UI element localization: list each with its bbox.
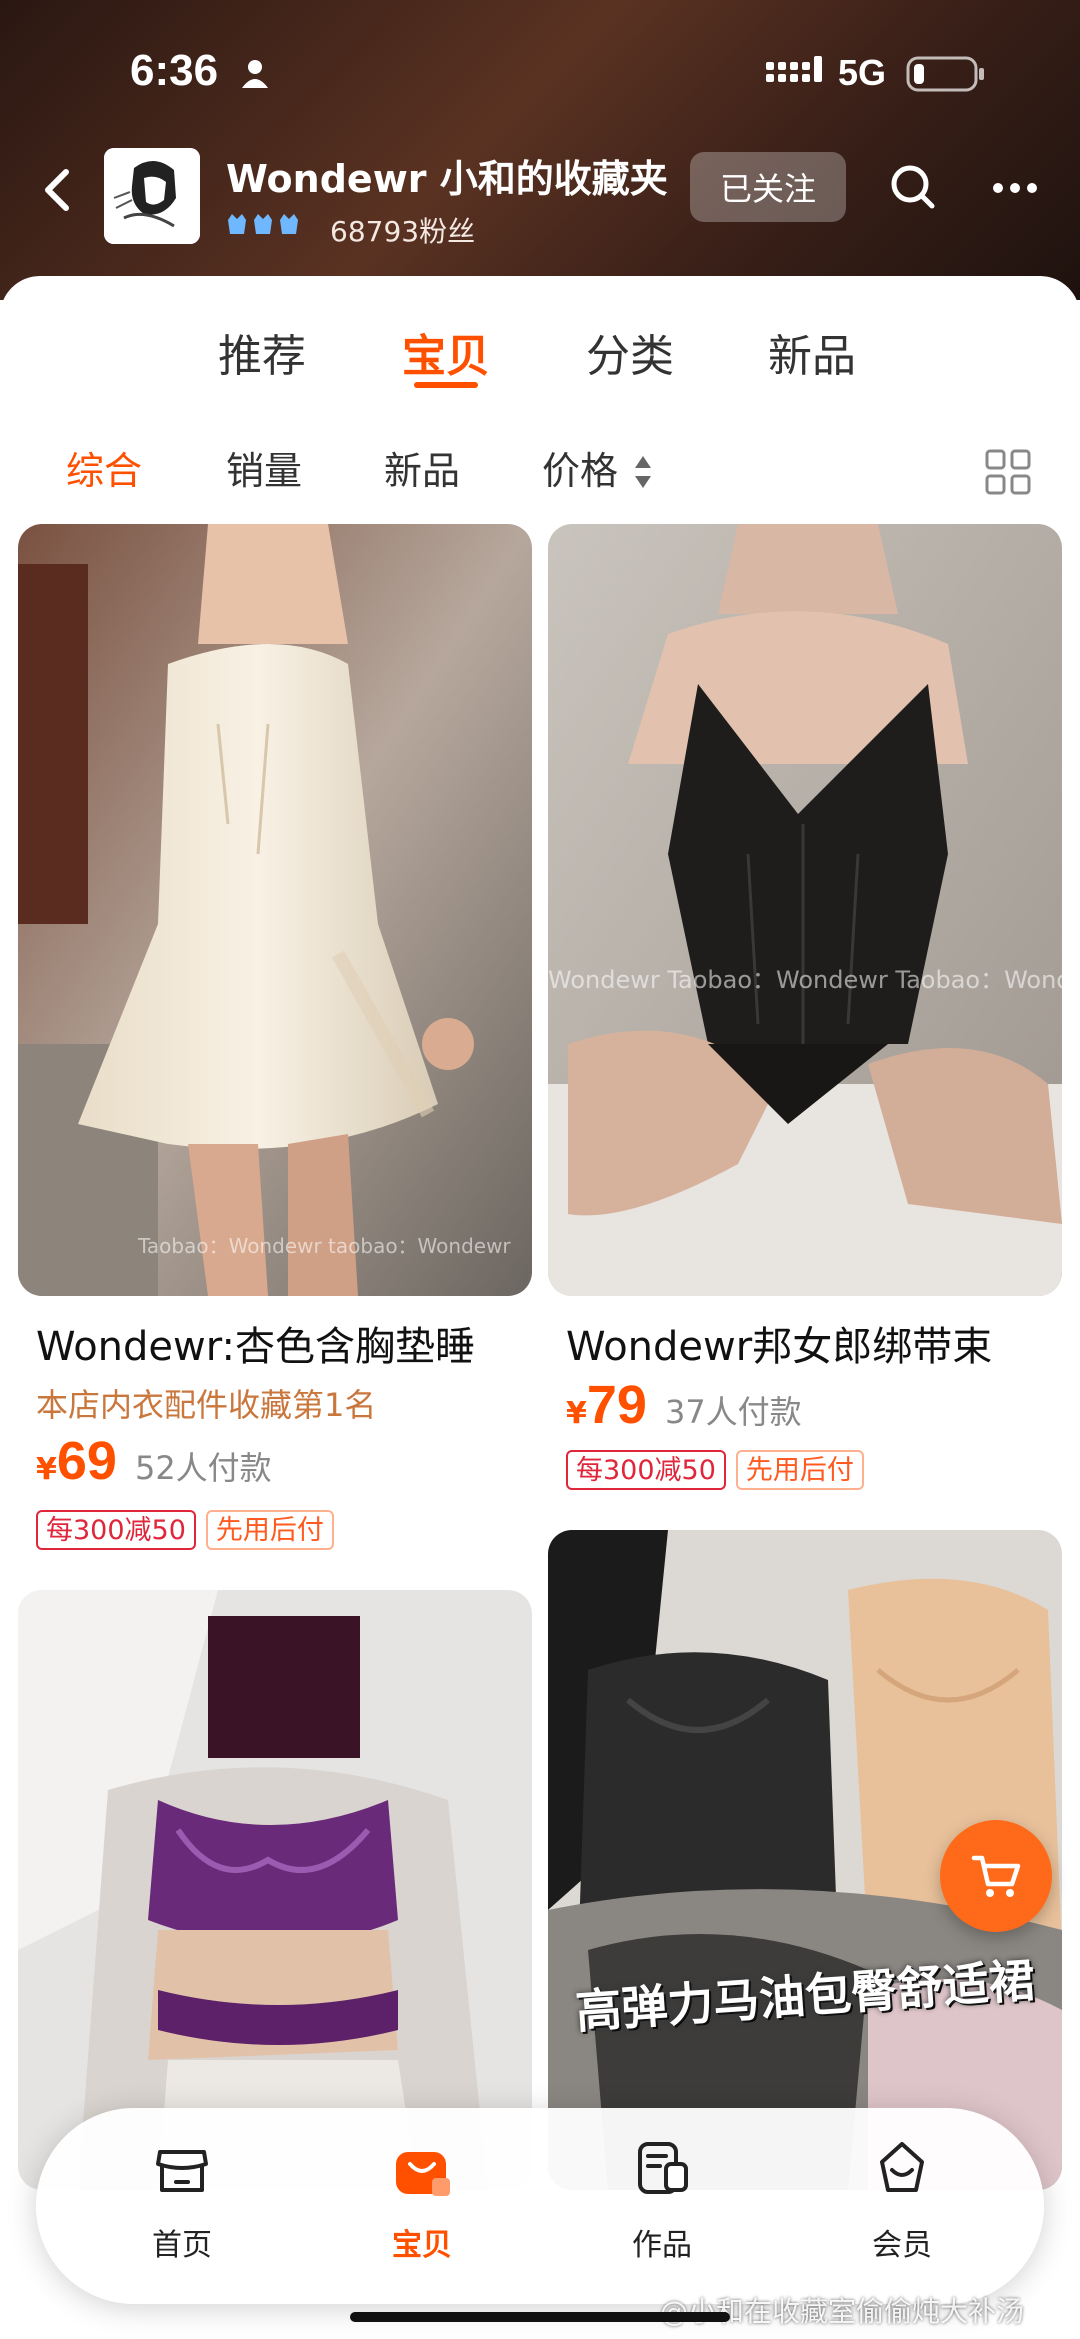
network-label: 5G <box>838 52 887 93</box>
tab-new[interactable]: 新品 <box>768 320 856 384</box>
nav-member[interactable]: 会员 <box>842 2138 962 2278</box>
follow-button[interactable]: 已关注 <box>690 152 846 222</box>
works-icon <box>638 2142 688 2194</box>
sort-comprehensive[interactable]: 综合 <box>66 440 142 495</box>
sort-price[interactable]: 价格 <box>542 440 618 495</box>
price-row: ¥ 69 52人付款 <box>36 1430 272 1492</box>
fan-count: 68793粉丝 <box>330 215 476 248</box>
store-name: Wondewr 小和的收藏夹 <box>226 157 668 201</box>
product-title[interactable]: Wondewr邦女郎绑带束 <box>566 1314 1066 1372</box>
promo-tags: 每300减50 先用后付 <box>36 1510 334 1550</box>
main-tabs: 推荐 宝贝 分类 新品 <box>0 320 1080 400</box>
crown-badge-icon <box>280 214 298 234</box>
grid-view-icon[interactable] <box>984 448 1032 496</box>
signal-icon <box>766 56 822 82</box>
nav-items-label: 宝贝 <box>392 2228 452 2263</box>
status-bar: 6:36 5G <box>0 0 1080 150</box>
price-row: ¥ 79 37人付款 <box>566 1374 802 1436</box>
shopping-bag-icon <box>396 2152 450 2196</box>
product-price: 79 <box>586 1375 647 1435</box>
store-level-badges <box>226 210 300 236</box>
product-price: 69 <box>56 1431 117 1491</box>
product-ranking: 本店内衣配件收藏第1名 <box>36 1386 377 1424</box>
image-watermark: Wondewr Taobao：Wondewr Taobao：Wonde <box>548 966 1062 994</box>
tab-items[interactable]: 宝贝 <box>402 320 490 384</box>
nav-home-label: 首页 <box>152 2228 212 2263</box>
pay-later-tag: 先用后付 <box>735 1450 864 1490</box>
search-icon[interactable] <box>888 162 938 212</box>
promo-tags: 每300减50 先用后付 <box>566 1450 864 1490</box>
product-image[interactable]: Wondewr Taobao：Wondewr Taobao：Wonde <box>548 524 1062 1296</box>
status-time: 6:36 <box>130 46 219 95</box>
store-bar: Wondewr 小和的收藏夹 68793粉丝 已关注 <box>0 140 1080 280</box>
storefront-icon <box>156 2150 208 2192</box>
cart-button[interactable] <box>940 1820 1052 1932</box>
nav-items[interactable]: 宝贝 <box>362 2138 482 2278</box>
product-image[interactable] <box>18 1590 532 2190</box>
bottom-navigation: 首页 宝贝 作品 会员 <box>36 2108 1044 2304</box>
product-image[interactable]: Taobao：Wondewr taobao：Wondewr <box>18 524 532 1296</box>
active-tab-indicator <box>414 382 478 388</box>
battery-icon <box>906 56 984 92</box>
member-basket-icon <box>880 2142 924 2192</box>
sold-count: 37人付款 <box>664 1393 802 1431</box>
discount-tag: 每300减50 <box>566 1450 726 1490</box>
sort-arrows-icon[interactable] <box>632 452 654 492</box>
currency-symbol: ¥ <box>566 1396 587 1431</box>
crown-badge-icon <box>228 214 246 234</box>
tab-category[interactable]: 分类 <box>586 320 674 384</box>
product-photo-ivory-slip-dress <box>18 524 532 1296</box>
nav-home[interactable]: 首页 <box>122 2138 242 2278</box>
product-photo-black-corset <box>548 524 1062 1296</box>
pay-later-tag: 先用后付 <box>205 1510 334 1550</box>
shopping-cart-icon <box>971 1855 1021 1897</box>
tab-recommend[interactable]: 推荐 <box>218 320 306 384</box>
image-watermark: Taobao：Wondewr taobao：Wondewr <box>138 1234 511 1258</box>
sort-new[interactable]: 新品 <box>384 440 460 495</box>
product-photo-purple-lace-set <box>18 1590 532 2190</box>
nav-works-label: 作品 <box>632 2228 692 2263</box>
avatar-sketch-icon <box>104 148 200 244</box>
crown-badge-icon <box>254 214 272 234</box>
home-indicator[interactable] <box>350 2312 730 2322</box>
sold-count: 52人付款 <box>134 1449 272 1487</box>
sort-bar: 综合 销量 新品 价格 <box>0 440 1080 510</box>
back-icon[interactable] <box>36 160 80 220</box>
more-icon[interactable] <box>990 168 1040 208</box>
nav-works[interactable]: 作品 <box>602 2138 722 2278</box>
currency-symbol: ¥ <box>36 1452 57 1487</box>
nav-member-label: 会员 <box>872 2228 932 2263</box>
sort-sales[interactable]: 销量 <box>226 440 302 495</box>
person-icon <box>242 60 268 88</box>
discount-tag: 每300减50 <box>36 1510 196 1550</box>
product-title[interactable]: Wondewr:杏色含胸垫睡 <box>36 1314 536 1372</box>
store-avatar[interactable] <box>104 148 200 244</box>
footer-watermark: @小和在收藏室偷偷炖大补汤 <box>660 2295 1025 2328</box>
